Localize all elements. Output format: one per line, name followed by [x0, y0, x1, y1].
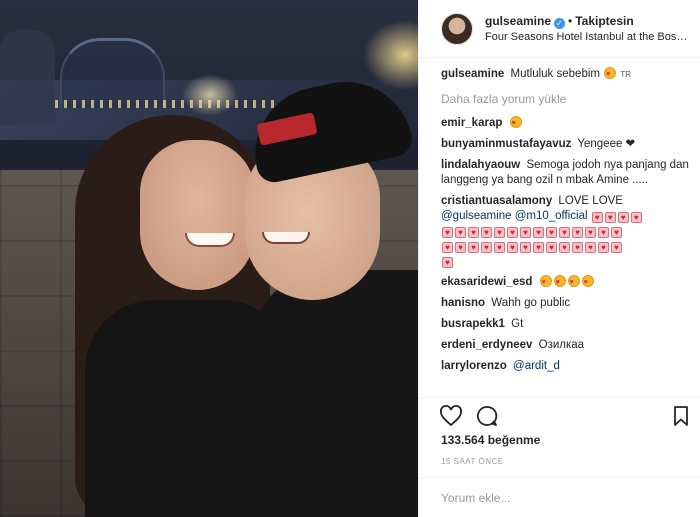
mention-link[interactable]: @m10_official [515, 210, 588, 222]
post-timestamp[interactable]: 15 SAAT ÖNCE [441, 457, 504, 466]
separator-dot: • [568, 14, 573, 28]
comment-item: ekasaridewi_esd [441, 275, 693, 290]
man-body [250, 270, 418, 517]
comment-item: busrapekk1 Gt [441, 317, 693, 332]
mention-link[interactable]: @ardit_d [513, 360, 560, 372]
add-comment-bar [419, 477, 700, 517]
heart-box-icon: ♥ [617, 212, 629, 223]
heart-box-icon: ♥ [455, 227, 466, 238]
location-link[interactable]: Four Seasons Hotel Istanbul at the Bosph… [485, 31, 691, 43]
avatar[interactable] [441, 13, 473, 45]
comment-text: Gt [511, 318, 524, 330]
comment-item: cristiantuasalamony LOVE LOVE @gulseamin… [441, 194, 693, 269]
heart-box-icon: ♥ [442, 242, 453, 253]
comment-text: LOVE LOVE [558, 195, 623, 207]
man-smile [262, 232, 310, 244]
heart-box-icon: ♥ [546, 227, 557, 238]
comment-username[interactable]: hanisno [441, 297, 485, 309]
heart-box-icon: ♥ [520, 227, 531, 238]
heart-box-icon: ♥ [507, 242, 518, 253]
heart-box-icon: ♥ [598, 242, 609, 253]
comment-item: emir_karap [441, 116, 693, 131]
heart-box-icon: ♥ [442, 227, 453, 238]
comment-username[interactable]: cristiantuasalamony [441, 195, 552, 207]
heart-box-icon: ♥ [591, 212, 603, 223]
bookmark-icon[interactable] [669, 404, 693, 428]
heart-box-icon: ♥ [559, 242, 570, 253]
heart-box-icon: ♥ [481, 242, 492, 253]
comment-text: Yengeee ❤ [577, 138, 636, 150]
comment-item: bunyaminmustafayavuz Yengeee ❤ [441, 137, 693, 152]
comment-item: hanisno Wahh go public [441, 296, 693, 311]
string-lights [55, 100, 275, 108]
heart-eyes-emoji-icon [539, 275, 552, 290]
woman-smile [185, 233, 235, 247]
comment-item: larrylorenzo @ardit_d [441, 359, 693, 374]
heart-box-icon: ♥ [598, 227, 609, 238]
comment-username[interactable]: lindalahyaouw [441, 159, 520, 171]
heart-box-icon: ♥ [604, 212, 616, 223]
heart-box-icon: ♥ [585, 242, 596, 253]
heart-box-icon: ♥ [572, 227, 583, 238]
add-comment-input[interactable] [441, 488, 681, 508]
heart-box-icon: ♥ [533, 242, 544, 253]
speech-bubble-icon[interactable] [475, 404, 499, 428]
heart-eyes-emoji-icon [509, 116, 522, 131]
heart-box-icon: ♥ [468, 227, 479, 238]
caption: gulseamine Mutluluk sebebim TR [441, 67, 693, 82]
heart-outline-icon[interactable] [439, 404, 463, 428]
post-side-panel: gulseamine ✓ • Takiptesin Four Seasons Hote… [418, 0, 700, 517]
heart-eyes-emoji-icon [553, 275, 566, 290]
caption-username[interactable]: gulseamine [441, 68, 504, 80]
comment-text: Озилкаа [538, 339, 585, 351]
heart-box-icon: ♥ [455, 242, 466, 253]
header-username[interactable]: gulseamine [485, 14, 551, 28]
heart-box-icon: ♥ [442, 257, 453, 268]
likes-count[interactable]: 133.564 beğenme [441, 433, 540, 447]
comment-username[interactable]: busrapekk1 [441, 318, 505, 330]
comment-username[interactable]: emir_karap [441, 117, 502, 129]
heart-box-icon: ♥ [559, 227, 570, 238]
comment-username[interactable]: bunyaminmustafayavuz [441, 138, 571, 150]
comment-text: Wahh go public [491, 297, 571, 309]
comment-username[interactable]: larrylorenzo [441, 360, 507, 372]
heart-box-icon: ♥ [630, 212, 642, 223]
heart-box-icon: ♥ [585, 227, 596, 238]
follow-status-button[interactable]: Takiptesin [575, 14, 633, 28]
comment-item: lindalahyaouw Semoga jodoh nya panjang d… [441, 158, 693, 188]
load-more-comments-button[interactable]: Daha fazla yorum yükle [441, 92, 693, 107]
caption-text: Mutluluk sebebim [510, 68, 600, 80]
post-photo[interactable] [0, 0, 418, 517]
heart-box-icon: ♥ [481, 227, 492, 238]
header-row: gulseamine ✓ • Takiptesin [485, 14, 634, 29]
verified-badge-icon: ✓ [554, 18, 566, 29]
heart-box-icon: ♥ [611, 242, 622, 253]
heart-box-icon: ♥ [507, 227, 518, 238]
heart-box-icon: ♥ [468, 242, 479, 253]
comment-username[interactable]: erdeni_erdyneev [441, 339, 532, 351]
woman-face [140, 140, 255, 290]
couple-emoji-icon [604, 67, 617, 82]
flag-tr-label: TR [620, 70, 632, 79]
heart-box-icon: ♥ [520, 242, 531, 253]
heart-box-icon: ♥ [572, 242, 583, 253]
heart-box-icon: ♥ [494, 242, 505, 253]
heart-box-icon: ♥ [494, 227, 505, 238]
background-pavilion-left [0, 30, 55, 125]
action-bar [419, 397, 700, 433]
comment-item: erdeni_erdyneev Озилкаа [441, 338, 693, 353]
post-header: gulseamine ✓ • Takiptesin Four Seasons Hote… [419, 0, 700, 58]
heart-eyes-emoji-icon [567, 275, 580, 290]
heart-box-icon: ♥ [611, 227, 622, 238]
heart-box-icon: ♥ [533, 227, 544, 238]
heart-eyes-emoji-icon [581, 275, 594, 290]
comment-username[interactable]: ekasaridewi_esd [441, 276, 532, 288]
mention-link[interactable]: @gulseamine [441, 210, 512, 222]
heart-box-icon: ♥ [546, 242, 557, 253]
comments-list[interactable]: gulseamine Mutluluk sebebim TR Daha fazl… [441, 67, 693, 397]
background-pavilion [60, 38, 165, 108]
